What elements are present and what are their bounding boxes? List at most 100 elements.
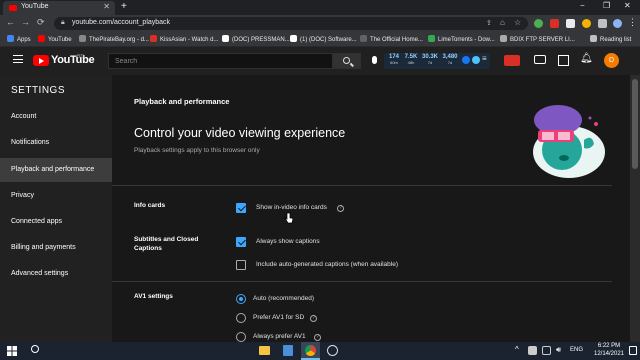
site-icon [79,35,86,42]
bookmark-official-home[interactable]: The Official Home... [360,35,423,43]
stat-label: 48h [407,60,415,65]
forward-button[interactable]: → [21,17,30,27]
av1-auto-radio[interactable] [236,294,246,304]
apps-grid-icon[interactable] [558,55,569,66]
tray-icon[interactable] [528,346,537,355]
info-cards-label: Info cards [134,202,166,209]
profile-avatar[interactable] [613,19,622,28]
section-title: Playback and performance [134,97,230,106]
av1-prefer-sd-radio[interactable] [236,313,246,323]
search-icon [343,57,350,64]
help-icon[interactable]: ? [314,334,321,341]
help-icon[interactable]: ? [337,205,344,212]
bookmark-limetorrents[interactable]: LimeTorrents - Dow... [428,35,495,43]
bookmark-kissasian[interactable]: KissAsian - Watch d... [150,35,218,43]
extension-icon[interactable] [534,19,543,28]
always-show-captions-checkbox[interactable] [236,237,246,247]
url-text[interactable]: youtube.com/account_playback [72,19,170,26]
chrome-icon[interactable] [305,345,316,356]
av1-always-label[interactable]: Always prefer AV1 [253,333,306,340]
extensions-puzzle-icon[interactable] [598,19,607,28]
windows-start-icon[interactable] [7,346,17,356]
youtube-icon [38,35,45,42]
search-button[interactable] [333,53,361,69]
always-show-captions-label[interactable]: Always show captions [256,238,320,245]
sidebar-item-playback[interactable]: Playback and performance [0,158,112,182]
info-cards-checkbox[interactable] [236,203,246,213]
microphone-icon[interactable] [372,56,377,64]
search-input[interactable] [108,53,333,69]
windows-taskbar: ^ 🔊︎ ENG 6:22 PM 12/14/2021 [0,342,640,360]
circle-icon[interactable] [472,56,480,64]
create-video-icon[interactable] [534,55,546,64]
avatar[interactable]: D [604,53,619,68]
reload-button[interactable]: ⟳ [37,17,45,28]
language-indicator[interactable]: ENG [570,347,583,353]
volume-icon[interactable]: 🔊︎ [556,345,561,355]
bookmark-apps[interactable]: Apps [7,35,31,43]
app-icon[interactable] [283,345,293,356]
av1-prefer-sd-label[interactable]: Prefer AV1 for SD [253,314,304,321]
extension-icon[interactable] [582,19,591,28]
youtube-logo-text[interactable]: YouTube [51,54,95,66]
site-icon [360,35,367,42]
extension-icon[interactable] [566,19,575,28]
sidebar-item-billing[interactable]: Billing and payments [0,236,112,260]
bookmarks-bar: Apps YouTube ThePirateBay.org - d... Kis… [0,32,640,47]
close-tab-icon[interactable]: ✕ [103,2,110,11]
auto-captions-label[interactable]: Include auto-generated captions (when av… [256,261,398,268]
maximize-button[interactable]: ❐ [603,1,610,10]
share-icon[interactable]: ⇪ [486,19,492,27]
url-omnibox[interactable]: 🔒︎ youtube.com/account_playback ⇪ ⌂ ☆ [54,17,528,30]
browser-menu-icon[interactable]: ⋮ [628,17,637,28]
notification-center-icon[interactable] [629,346,637,355]
sidebar-item-notifications[interactable]: Notifications [0,131,112,155]
site-icon [500,35,507,42]
close-window-button[interactable]: ✕ [624,1,631,10]
site-icon [150,35,157,42]
sidebar-item-advanced[interactable]: Advanced settings [0,262,112,286]
bookmark-pressman[interactable]: (DOC) PRESSMAN... [222,35,290,43]
bookmark-star-icon[interactable]: ☆ [514,18,521,27]
sidebar-item-account[interactable]: Account [0,105,112,129]
extension-badge-icon[interactable] [504,55,520,66]
minimize-button[interactable]: − [580,1,585,10]
scrollbar-thumb[interactable] [632,79,638,169]
notifications-bell-icon[interactable]: 🔔︎ [580,53,593,64]
back-button[interactable]: ← [6,17,15,27]
bookmark-piratebay[interactable]: ThePirateBay.org - d... [79,35,149,43]
help-icon[interactable]: ? [310,315,317,322]
stats-extension-widget[interactable]: 174 60m 7.5K 48h 30.3K 7d 3,480 7d ≡ [384,53,490,69]
extension-icon[interactable] [550,19,559,28]
auto-captions-checkbox[interactable] [236,260,246,270]
translate-icon[interactable]: ⌂ [500,18,505,27]
search-icon[interactable] [31,345,39,353]
av1-always-radio[interactable] [236,332,246,342]
hamburger-menu-icon[interactable] [13,55,23,63]
reading-list-button[interactable]: Reading list [590,35,631,43]
bookmark-youtube[interactable]: YouTube [38,35,72,43]
clock-date[interactable]: 12/14/2021 [590,351,628,357]
mouse-cursor-icon [284,212,294,224]
stat-label: 60m [390,60,398,65]
browser-tab[interactable]: YouTube ✕ [3,1,115,15]
facebook-icon[interactable] [462,56,470,64]
bookmark-software[interactable]: (1) (DOC) Software... [290,35,357,43]
tray-chevron-icon[interactable]: ^ [515,345,519,354]
network-icon[interactable] [542,346,551,355]
new-tab-button[interactable]: + [121,1,127,12]
bookmark-bdix[interactable]: BDIX FTP SERVER LI... [500,35,575,43]
list-icon[interactable]: ≡ [482,54,487,63]
youtube-logo-icon[interactable] [33,55,49,66]
lock-icon: 🔒︎ [61,19,65,26]
page-subheading: Playback settings apply to this browser … [134,147,260,154]
sidebar-item-privacy[interactable]: Privacy [0,184,112,208]
sidebar-item-connected-apps[interactable]: Connected apps [0,210,112,234]
obs-icon[interactable] [327,345,338,356]
page-scrollbar[interactable] [630,75,640,342]
av1-auto-label[interactable]: Auto (recommended) [253,295,314,302]
info-cards-option-label[interactable]: Show in-video info cards [256,204,327,211]
file-explorer-icon[interactable] [259,346,270,355]
academia-icon [222,35,229,42]
clock-time[interactable]: 6:22 PM [594,343,624,349]
